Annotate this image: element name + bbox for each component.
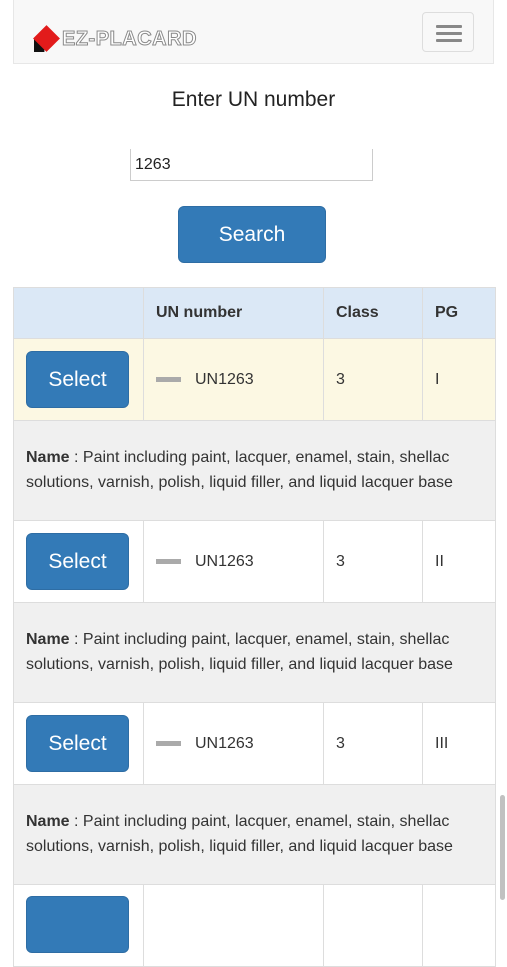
name-text: : Paint including paint, lacquer, enamel… (26, 631, 453, 673)
column-header-select (13, 287, 144, 339)
name-label: Name (26, 631, 70, 648)
name-label: Name (26, 449, 70, 466)
un-number-cell: UN1263 (195, 552, 254, 570)
table-row: Select UN1263 3 III (13, 702, 496, 785)
scrollbar[interactable] (500, 795, 505, 900)
select-button[interactable]: Select (26, 715, 129, 772)
name-row: Name : Paint including paint, lacquer, e… (13, 420, 496, 521)
select-button[interactable]: Select (26, 351, 129, 408)
table-row: Select UN1263 3 II (13, 520, 496, 603)
placard-dash-icon (156, 558, 181, 564)
un-number-input[interactable] (130, 149, 373, 181)
class-cell: 3 (323, 338, 423, 421)
placard-logo-icon (33, 25, 60, 52)
table-row: Select UN1263 3 I (13, 338, 496, 421)
pg-cell: III (422, 702, 496, 785)
name-row: Name : Paint including paint, lacquer, e… (13, 602, 496, 703)
results-table: UN number Class PG Select UN1263 3 I Nam… (13, 287, 496, 967)
hamburger-icon (436, 25, 462, 28)
table-header-row: UN number Class PG (13, 287, 496, 339)
column-header-un-number: UN number (143, 287, 324, 339)
select-button[interactable] (26, 895, 129, 953)
select-button[interactable]: Select (26, 533, 129, 590)
name-label: Name (26, 813, 70, 830)
menu-toggle-button[interactable] (422, 12, 474, 52)
un-number-cell: UN1263 (195, 734, 254, 752)
column-header-pg: PG (422, 287, 496, 339)
placard-dash-icon (156, 740, 181, 746)
class-cell: 3 (323, 702, 423, 785)
name-row: Name : Paint including paint, lacquer, e… (13, 784, 496, 885)
name-text: : Paint including paint, lacquer, enamel… (26, 813, 453, 855)
navbar: EZ-PLACARD (13, 0, 494, 64)
brand-logo[interactable]: EZ-PLACARD (33, 24, 198, 54)
un-number-cell: UN1263 (195, 370, 254, 388)
name-text: : Paint including paint, lacquer, enamel… (26, 449, 453, 491)
class-cell: 3 (323, 520, 423, 603)
placard-dash-icon (156, 376, 181, 382)
column-header-class: Class (323, 287, 423, 339)
page-title: Enter UN number (171, 88, 336, 111)
brand-text: EZ-PLACARD (62, 27, 198, 50)
table-row (13, 884, 496, 967)
pg-cell: I (422, 338, 496, 421)
pg-cell: II (422, 520, 496, 603)
search-button[interactable]: Search (178, 206, 326, 263)
